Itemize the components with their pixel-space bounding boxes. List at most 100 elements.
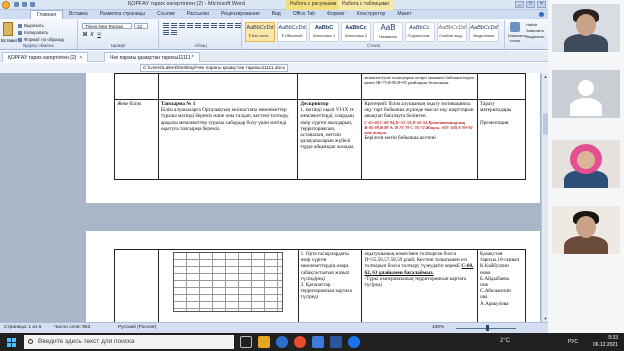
status-words[interactable]: Число слов: 863 xyxy=(54,325,90,330)
paragraph-buttons xyxy=(163,23,243,35)
system-clock[interactable]: 9:33 06.12.2021 xyxy=(593,335,618,348)
tab-view[interactable]: Вид xyxy=(266,10,287,19)
tab-home[interactable]: Главная xyxy=(30,10,64,19)
style-name: Заголовок 2 xyxy=(344,33,368,38)
weather-widget[interactable]: 2°C xyxy=(500,338,510,344)
tab-format[interactable]: Формат xyxy=(321,10,351,19)
doc-tab-chek[interactable]: Чек парағы қазақстан тарихы11111 * xyxy=(104,52,200,62)
line-spacing-icon[interactable] xyxy=(171,30,177,35)
close-button[interactable]: × xyxy=(537,1,546,8)
tab-office-tab[interactable]: Office Tab xyxy=(287,10,321,19)
style-title[interactable]: AaB Название xyxy=(373,22,403,42)
style-subtle-emphasis[interactable]: AaBbCcDd Слабое выд... xyxy=(437,22,467,42)
mail-icon[interactable] xyxy=(312,336,324,348)
vertical-scrollbar[interactable]: ▲ ▼ xyxy=(541,73,548,322)
numbering-icon[interactable] xyxy=(171,23,177,28)
zoom-slider-handle[interactable] xyxy=(486,325,489,331)
align-right-icon[interactable] xyxy=(235,23,241,28)
paragraph-group-label: Абзац xyxy=(194,43,207,48)
browser-icon[interactable] xyxy=(276,336,288,348)
context-table-tools: Работа с таблицами xyxy=(338,0,394,10)
file-path-field[interactable]: C:\Users\Laleet\Desktop\Чек парағы қазақ… xyxy=(140,64,288,72)
style-emphasis[interactable]: AaBbCcDd Выделение xyxy=(469,22,499,42)
style-name: Название xyxy=(379,34,397,39)
style-no-spacing[interactable]: AaBbCcDd ¶ Без инте... xyxy=(245,22,275,42)
justify-icon[interactable] xyxy=(163,30,169,35)
zoom-app-icon[interactable] xyxy=(348,336,360,348)
tab-layout[interactable]: Макет xyxy=(391,10,417,19)
path-bar: C:\Users\Laleet\Desktop\Чек парағы қазақ… xyxy=(0,63,548,73)
change-styles-button[interactable]: Изменить стили xyxy=(508,22,526,43)
tab-review[interactable]: Рецензирование xyxy=(215,10,266,19)
format-painter-button[interactable]: Формат по образцу xyxy=(18,37,64,42)
table-cell-descriptor: 1. Орта ғасырлардағы өмір сүрген мемлеке… xyxy=(297,249,363,322)
copy-icon xyxy=(18,30,22,35)
multilevel-icon[interactable] xyxy=(179,23,185,28)
bold-button[interactable]: Ж xyxy=(82,32,88,38)
paste-button[interactable] xyxy=(3,22,13,36)
participant-tile[interactable] xyxy=(552,206,620,254)
participant-tile[interactable] xyxy=(552,140,620,188)
styles-group: AaBbCcDd ¶ Без инте... AaBbCcDd ¶ Обычный … xyxy=(243,20,505,49)
pilcrow-icon[interactable] xyxy=(211,23,217,28)
indent-icon[interactable] xyxy=(195,23,201,28)
style-heading-1[interactable]: AaBbC Заголовок 1 xyxy=(309,22,339,42)
sort-icon[interactable] xyxy=(203,23,209,28)
redo-icon[interactable] xyxy=(30,2,35,7)
keyboard-language[interactable]: РУС xyxy=(568,339,578,345)
bullets-icon[interactable] xyxy=(163,23,169,28)
align-left-icon[interactable] xyxy=(219,23,225,28)
doc-tab-qorgau[interactable]: ҚОРҒАУ тарих өзгертілген (2) × xyxy=(2,52,89,62)
task-view-icon[interactable] xyxy=(240,336,252,348)
video-participants-panel xyxy=(548,0,624,333)
font-size-select[interactable]: 12 xyxy=(134,23,148,29)
save-icon[interactable] xyxy=(14,2,19,7)
font-name-select[interactable]: Times New Roman xyxy=(82,23,132,29)
doc-tab-close[interactable]: × xyxy=(79,55,82,61)
participant-tile[interactable] xyxy=(552,4,620,52)
style-heading-2[interactable]: AaBbCc Заголовок 2 xyxy=(341,22,371,42)
table-cell-task: Тапсырма № 1 Білім алушыларға Орталықтың… xyxy=(157,99,299,180)
style-sample: AaBbCc xyxy=(345,25,367,31)
table-cell-criteria: Критерий: білім алушының оқыту мотивация… xyxy=(361,99,479,180)
status-language[interactable]: Русский (Россия) xyxy=(118,325,156,330)
chrome-icon[interactable] xyxy=(294,336,306,348)
select-button[interactable]: Выделить xyxy=(526,34,546,40)
tab-design[interactable]: Конструктор xyxy=(351,10,392,19)
italic-button[interactable]: К xyxy=(89,32,95,38)
windows-start-icon[interactable] xyxy=(7,338,16,347)
tab-insert[interactable]: Вставка xyxy=(63,10,94,19)
file-explorer-icon[interactable] xyxy=(258,336,270,348)
status-page[interactable]: Страница: 1 из 6 xyxy=(4,325,41,330)
maximize-button[interactable]: □ xyxy=(526,1,535,8)
help-icon[interactable] xyxy=(539,12,544,17)
cut-button[interactable]: Вырезать xyxy=(18,23,44,28)
tab-references[interactable]: Ссылки xyxy=(151,10,181,19)
word-icon[interactable] xyxy=(330,336,342,348)
align-center-icon[interactable] xyxy=(227,23,233,28)
office-button[interactable] xyxy=(2,1,10,9)
font-group: Times New Roman 12 Ж К Ч Шрифт xyxy=(79,20,159,49)
style-sample: AaBbCc. xyxy=(409,25,431,31)
table-cell-descriptor: Дескриптор 1. мәтінді оқып VI-IX ғғ. мем… xyxy=(297,99,363,180)
table-row: 1. Орта ғасырлардағы өмір сүрген мемлеке… xyxy=(114,249,526,322)
participant-tile[interactable] xyxy=(552,70,620,118)
copy-label: Копировать xyxy=(24,30,49,35)
tab-page-layout[interactable]: Разметка страницы xyxy=(94,10,151,19)
outdent-icon[interactable] xyxy=(187,23,193,28)
avatar-icon xyxy=(578,80,594,96)
copy-button[interactable]: Копировать xyxy=(18,30,48,35)
undo-icon[interactable] xyxy=(22,2,27,7)
style-normal[interactable]: AaBbCcDd ¶ Обычный xyxy=(277,22,307,42)
embedded-table-image[interactable] xyxy=(173,252,284,312)
participant-face xyxy=(577,151,595,169)
taskbar-search-box[interactable]: Введите здесь текст для поиска xyxy=(24,335,234,349)
underline-button[interactable]: Ч xyxy=(96,32,102,38)
participant-body xyxy=(564,236,608,254)
zoom-level[interactable]: 100% xyxy=(432,325,444,330)
criteria-text: Критерий: білім алушының оқыту мотивация… xyxy=(364,101,474,120)
tab-mailings[interactable]: Рассылки xyxy=(181,10,215,19)
minimize-button[interactable]: _ xyxy=(515,1,524,8)
style-subtitle[interactable]: AaBbCc. Подзаголов... xyxy=(405,22,435,42)
style-sample: AaBbCcDd xyxy=(438,25,466,31)
